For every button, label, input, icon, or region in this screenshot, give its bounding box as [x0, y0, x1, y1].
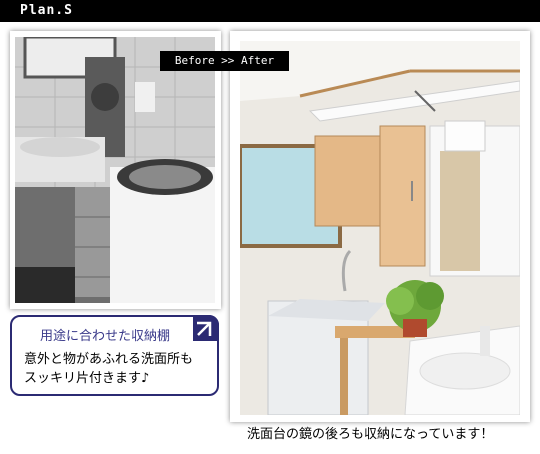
- after-caption: 洗面台の鏡の後ろも収納になっています！: [247, 427, 494, 442]
- bubble-title: 用途に合わせた収納棚: [40, 329, 171, 344]
- before-after-label: Before >> After: [160, 51, 289, 71]
- header-title: Plan.S: [20, 3, 73, 18]
- bubble-text: 意外と物があふれる洗面所も スッキリ片付きます♪: [24, 350, 214, 388]
- header-bar: Plan.S: [0, 0, 540, 22]
- arrow-up-right-icon: [197, 321, 212, 336]
- bubble-line-1: 意外と物があふれる洗面所も: [24, 352, 194, 367]
- before-photo: [15, 37, 215, 303]
- description-bubble: 用途に合わせた収納棚 意外と物があふれる洗面所も スッキリ片付きます♪: [10, 315, 219, 396]
- after-photo: [240, 41, 520, 415]
- after-photo-frame: [230, 31, 530, 422]
- before-photo-frame: [10, 31, 221, 309]
- bubble-line-2: スッキリ片付きます♪: [24, 371, 150, 386]
